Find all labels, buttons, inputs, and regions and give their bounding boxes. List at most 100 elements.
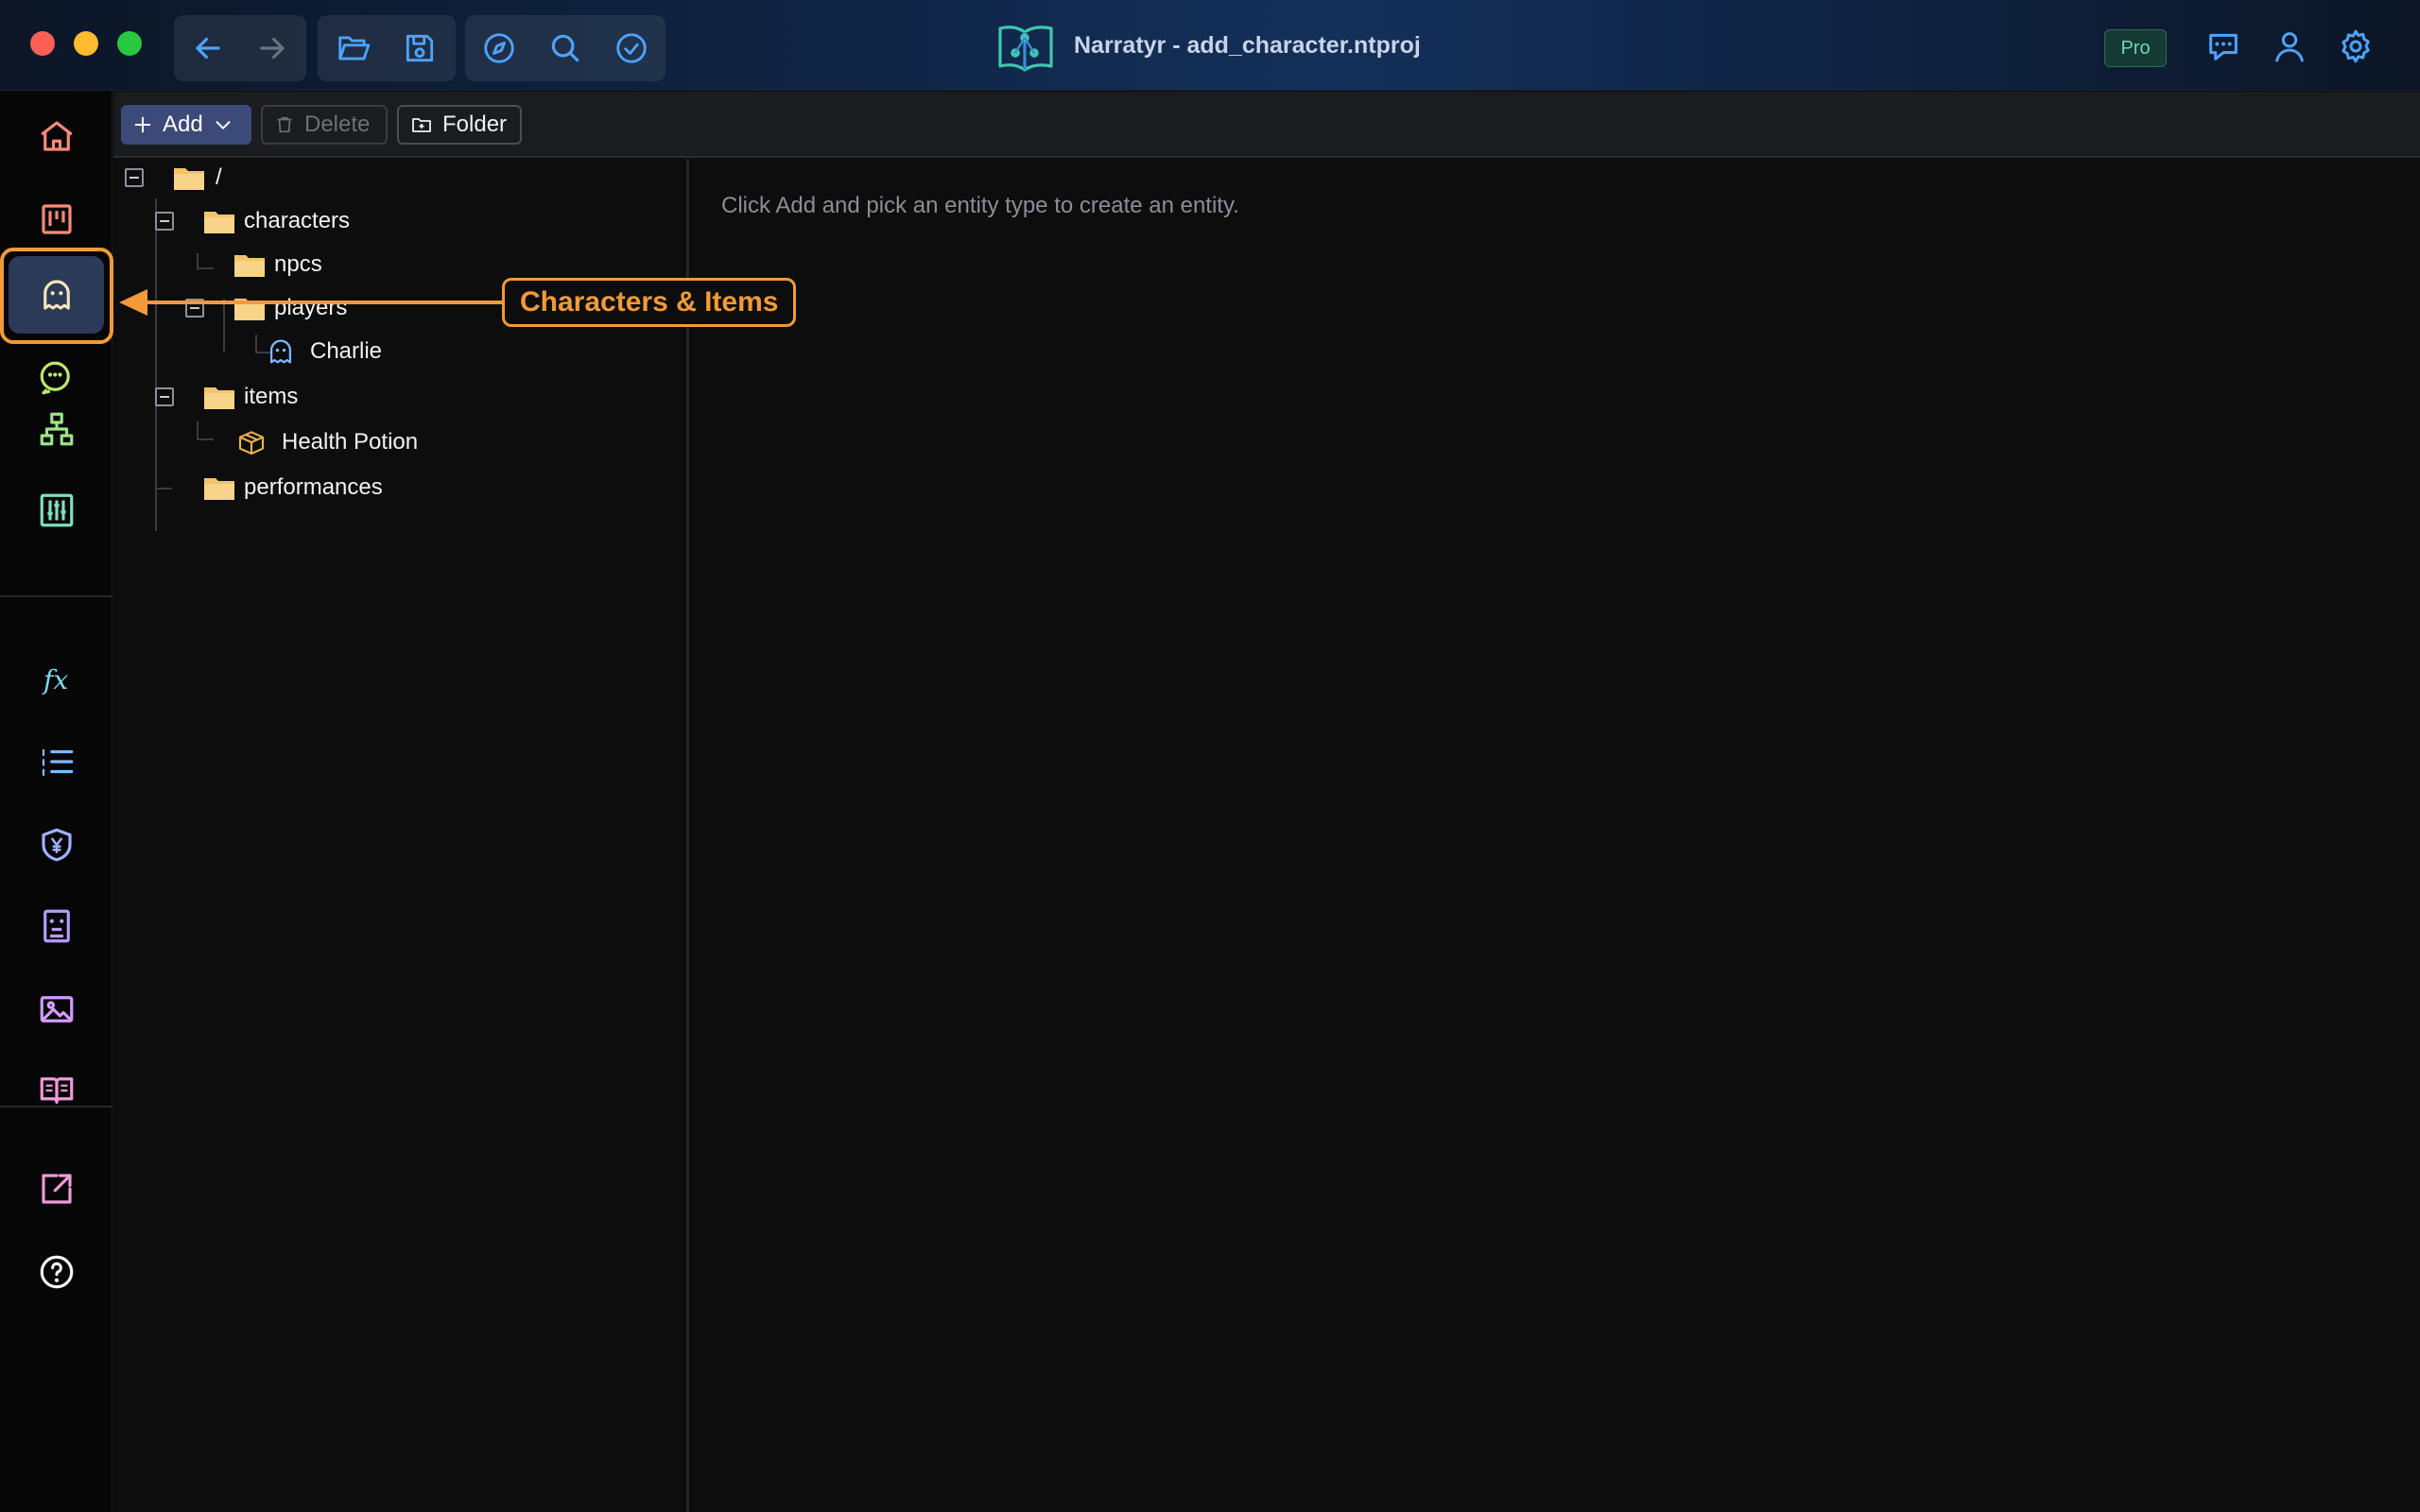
collapse-toggle-items[interactable] bbox=[155, 387, 174, 406]
window-maximize-button[interactable] bbox=[117, 31, 142, 56]
tree-row-health-potion[interactable]: Health Potion bbox=[236, 423, 418, 461]
sidebar: fx bbox=[0, 91, 113, 1512]
folder-open-icon bbox=[338, 36, 371, 60]
window-title: Narratyr - add_character.ntproj bbox=[996, 17, 1421, 74]
window-title-text: Narratyr - add_character.ntproj bbox=[1074, 31, 1421, 59]
sliders-icon bbox=[40, 493, 73, 527]
sidebar-item-home[interactable] bbox=[0, 98, 112, 174]
tree-guide-line bbox=[223, 299, 225, 352]
chevron-down-icon bbox=[216, 121, 231, 129]
check-circle-icon bbox=[616, 33, 647, 63]
help-icon bbox=[40, 1255, 73, 1289]
tree-row-root[interactable]: / bbox=[172, 159, 222, 197]
entity-editor-pane: Click Add and pick an entity type to cre… bbox=[691, 159, 2420, 1512]
sidebar-divider bbox=[0, 1106, 112, 1108]
ghost-icon bbox=[43, 280, 70, 310]
kanban-icon bbox=[41, 204, 72, 234]
file-button-group bbox=[318, 15, 456, 81]
sidebar-item-help[interactable] bbox=[0, 1234, 112, 1310]
validate-button[interactable] bbox=[611, 27, 652, 69]
sidebar-item-lists[interactable] bbox=[0, 724, 112, 799]
tree-row-charlie[interactable]: Charlie bbox=[265, 333, 382, 370]
add-button-label: Add bbox=[163, 112, 203, 137]
account-button[interactable] bbox=[2268, 25, 2311, 68]
sidebar-item-board[interactable] bbox=[0, 181, 112, 257]
tree-label-charlie: Charlie bbox=[310, 338, 383, 364]
collapse-toggle-characters[interactable] bbox=[155, 212, 174, 231]
app-logo-icon bbox=[998, 26, 1053, 72]
tree-label-characters: characters bbox=[244, 208, 351, 233]
save-icon bbox=[406, 34, 434, 62]
numbered-list-icon bbox=[42, 748, 73, 777]
box-icon bbox=[238, 431, 265, 455]
tree-label-npcs: npcs bbox=[274, 251, 322, 277]
tree-guide-line bbox=[155, 471, 157, 488]
sidebar-item-functions[interactable]: fx bbox=[0, 643, 112, 718]
sidebar-item-variables[interactable] bbox=[0, 472, 112, 548]
title-bar: Narratyr - add_character.ntproj Pro bbox=[0, 0, 2420, 91]
trash-icon bbox=[277, 116, 292, 133]
hierarchy-icon bbox=[40, 412, 73, 446]
tree-guide-line bbox=[197, 421, 199, 440]
tree-row-items[interactable]: items bbox=[202, 378, 298, 416]
tree-label-players: players bbox=[274, 295, 348, 320]
arrow-left-icon bbox=[196, 37, 220, 60]
function-icon: fx bbox=[42, 664, 68, 696]
save-button[interactable] bbox=[399, 27, 441, 69]
gear-icon bbox=[2342, 29, 2370, 63]
pro-badge[interactable]: Pro bbox=[2104, 29, 2167, 67]
window-minimize-button[interactable] bbox=[74, 31, 98, 56]
delete-button[interactable]: Delete bbox=[261, 105, 388, 145]
export-icon bbox=[41, 1174, 72, 1204]
yen-shield-icon bbox=[41, 828, 72, 862]
folder-plus-icon bbox=[412, 118, 431, 132]
entity-toolbar: Add Delete Folder bbox=[113, 92, 2420, 158]
navigate-button[interactable] bbox=[478, 27, 520, 69]
tree-guide-line bbox=[197, 267, 214, 269]
id-card-icon bbox=[43, 909, 70, 943]
add-button[interactable]: Add bbox=[121, 105, 251, 145]
home-icon bbox=[40, 121, 73, 151]
tree-label-health-potion: Health Potion bbox=[282, 429, 419, 455]
new-folder-button[interactable]: Folder bbox=[397, 105, 522, 145]
tree-row-players[interactable]: players bbox=[233, 289, 347, 327]
sidebar-item-assets[interactable] bbox=[0, 971, 112, 1047]
sidebar-item-flow[interactable] bbox=[0, 391, 112, 467]
plus-icon bbox=[134, 116, 151, 133]
tree-guide-line bbox=[197, 438, 214, 440]
sidebar-item-export[interactable] bbox=[0, 1151, 112, 1227]
tree-row-characters[interactable]: characters bbox=[202, 202, 350, 240]
tree-guide-line bbox=[155, 488, 172, 490]
open-project-button[interactable] bbox=[333, 27, 374, 69]
annotation-arrow-line bbox=[142, 301, 503, 304]
tree-row-performances[interactable]: performances bbox=[202, 469, 383, 507]
collapse-toggle-root[interactable] bbox=[125, 168, 144, 187]
forward-button[interactable] bbox=[251, 27, 293, 69]
tree-label-items: items bbox=[244, 384, 299, 409]
folder-icon bbox=[174, 168, 204, 190]
sidebar-item-characters-items[interactable] bbox=[0, 248, 113, 344]
window-close-button[interactable] bbox=[30, 31, 55, 56]
settings-button[interactable] bbox=[2334, 25, 2377, 68]
back-button[interactable] bbox=[187, 27, 229, 69]
sidebar-item-docs[interactable] bbox=[0, 1053, 112, 1128]
sidebar-item-economy[interactable] bbox=[0, 807, 112, 883]
chat-icon bbox=[2209, 33, 2238, 60]
feedback-button[interactable] bbox=[2202, 25, 2245, 68]
ghost-icon bbox=[269, 339, 292, 364]
image-icon bbox=[40, 996, 73, 1022]
folder-icon bbox=[204, 478, 234, 500]
delete-button-label: Delete bbox=[304, 112, 371, 137]
user-icon bbox=[2275, 32, 2304, 62]
nav-button-group bbox=[174, 15, 306, 81]
search-button[interactable] bbox=[544, 27, 586, 69]
folder-icon bbox=[204, 387, 234, 409]
sidebar-divider bbox=[0, 595, 112, 597]
tree-guide-line bbox=[255, 335, 257, 353]
tool-button-group bbox=[465, 15, 666, 81]
tree-row-npcs[interactable]: npcs bbox=[233, 246, 322, 284]
folder-icon bbox=[204, 212, 234, 233]
sidebar-item-entries[interactable] bbox=[0, 888, 112, 964]
search-icon bbox=[551, 34, 579, 62]
arrow-right-icon bbox=[260, 37, 285, 60]
